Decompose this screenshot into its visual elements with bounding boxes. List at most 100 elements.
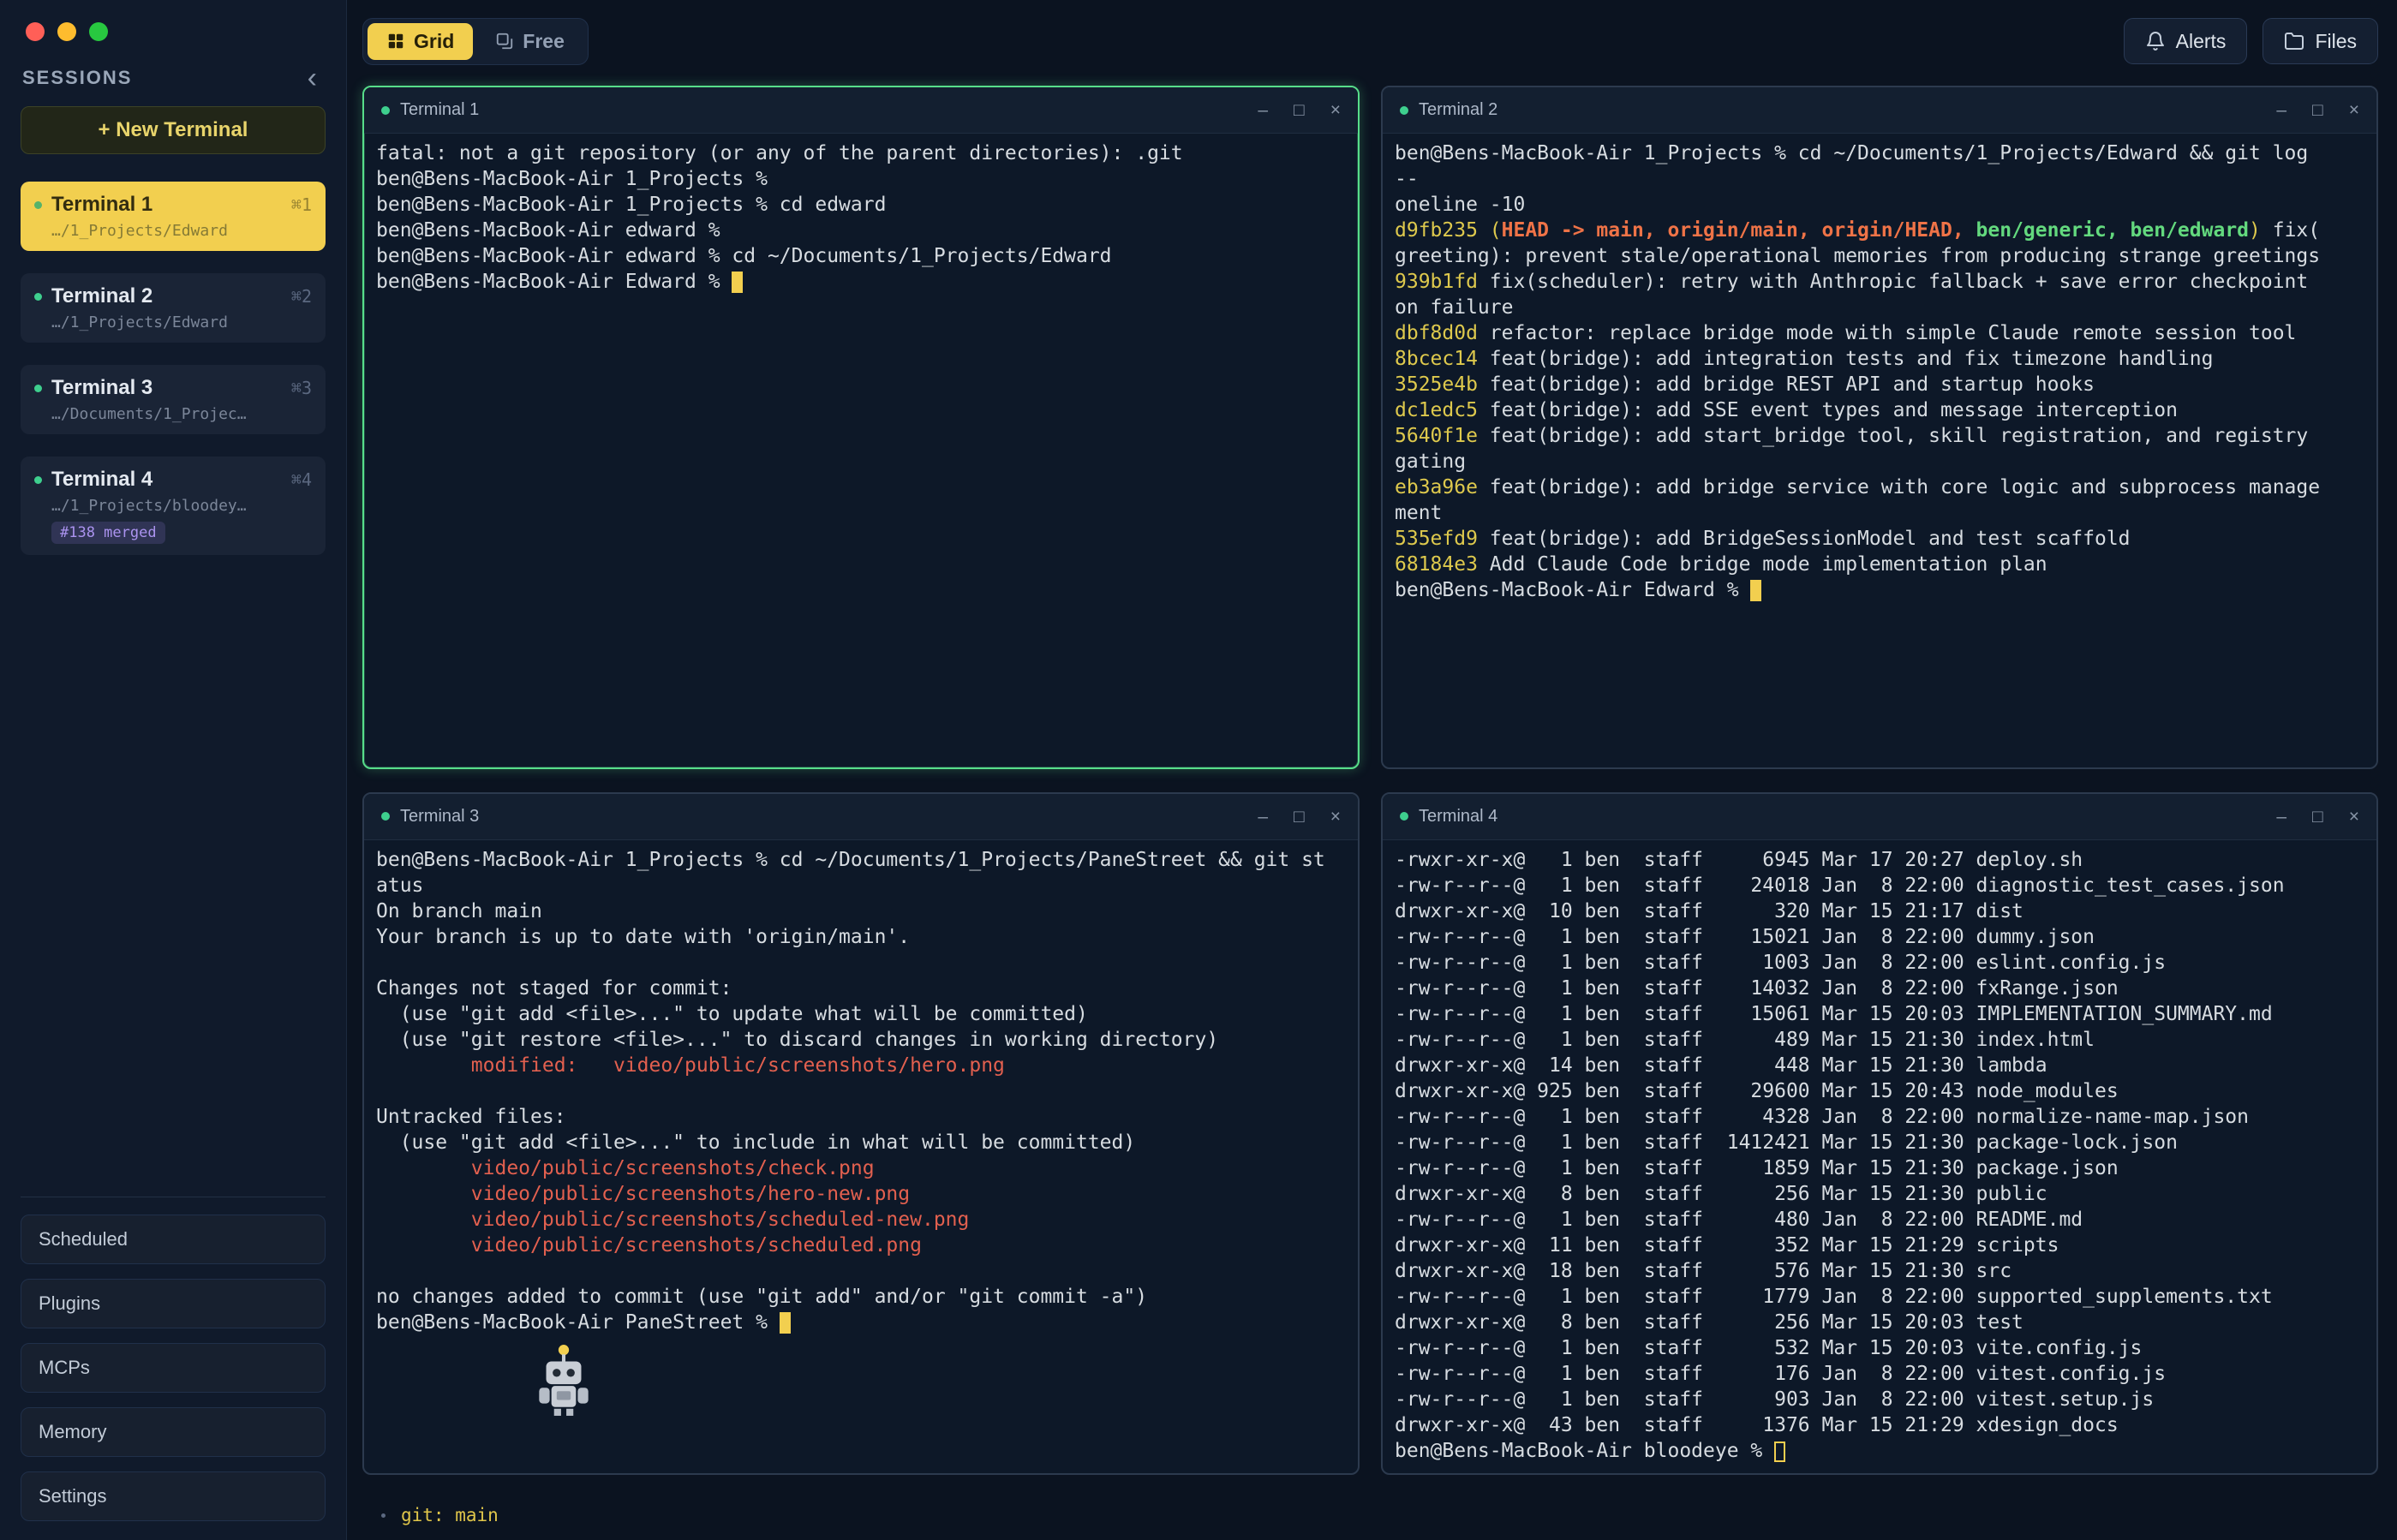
terminal-line: (use "git add <file>..." to include in w…: [376, 1130, 1346, 1155]
terminal-line: gating: [1395, 449, 2364, 475]
sidebar-session-terminal-1[interactable]: Terminal 1 ⌘1 …/1_Projects/Edward: [21, 182, 326, 251]
session-status-dot: [34, 476, 42, 484]
terminal-line: 68184e3 Add Claude Code bridge mode impl…: [1395, 552, 2364, 577]
terminal-line: ben@Bens-MacBook-Air Edward %: [376, 269, 1346, 295]
sidebar-item-plugins[interactable]: Plugins: [21, 1279, 326, 1328]
terminal-cursor: [780, 1312, 791, 1334]
terminal-line: ben@Bens-MacBook-Air bloodeye %: [1395, 1438, 2364, 1464]
minimize-button[interactable]: –: [1258, 808, 1268, 826]
terminal-panel-4: Terminal 4 – □ × -rwxr-xr-x@ 1 ben staff…: [1381, 792, 2378, 1476]
close-button[interactable]: ×: [2349, 808, 2359, 826]
terminal-line: Changes not staged for commit:: [376, 976, 1346, 1001]
grid-layout-button[interactable]: Grid: [368, 23, 473, 60]
terminal-line: d9fb235 (HEAD -> main, origin/main, orig…: [1395, 218, 2364, 243]
sidebar-session-terminal-4[interactable]: Terminal 4 ⌘4 …/1_Projects/bloodey… #138…: [21, 457, 326, 555]
terminal-2-titlebar[interactable]: Terminal 2 – □ ×: [1383, 87, 2376, 134]
terminal-cursor: [1750, 580, 1761, 601]
terminal-line: ben@Bens-MacBook-Air edward %: [376, 218, 1346, 243]
terminal-line: drwxr-xr-x@ 18 ben staff 576 Mar 15 21:3…: [1395, 1258, 2364, 1284]
terminal-3-output[interactable]: ben@Bens-MacBook-Air 1_Projects % cd ~/D…: [364, 840, 1358, 1474]
maximize-button[interactable]: □: [2312, 101, 2323, 119]
minimize-button[interactable]: –: [2276, 808, 2286, 826]
maximize-button[interactable]: □: [2312, 808, 2323, 826]
terminal-line: drwxr-xr-x@ 10 ben staff 320 Mar 15 21:1…: [1395, 898, 2364, 924]
sidebar-session-terminal-2[interactable]: Terminal 2 ⌘2 …/1_Projects/Edward: [21, 273, 326, 343]
terminal-status-dot: [1400, 106, 1408, 115]
files-button[interactable]: Files: [2263, 18, 2378, 64]
maximize-button[interactable]: □: [1294, 101, 1305, 119]
terminal-grid: Terminal 1 – □ × fatal: not a git reposi…: [347, 70, 2397, 1490]
terminal-line: -rw-r--r--@ 1 ben staff 903 Jan 8 22:00 …: [1395, 1387, 2364, 1412]
terminal-line: ben@Bens-MacBook-Air PaneStreet %: [376, 1310, 1346, 1335]
terminal-1-titlebar[interactable]: Terminal 1 – □ ×: [364, 87, 1358, 134]
terminal-line: -rwxr-xr-x@ 1 ben staff 6945 Mar 17 20:2…: [1395, 847, 2364, 873]
terminal-line: [376, 1258, 1346, 1284]
terminal-2-output[interactable]: ben@Bens-MacBook-Air 1_Projects % cd ~/D…: [1383, 134, 2376, 767]
session-path: …/Documents/1_Projec…: [51, 405, 312, 423]
statusbar: git: main: [347, 1490, 2397, 1540]
main-area: Grid Free Alerts Files: [347, 0, 2397, 1540]
terminal-line: video/public/screenshots/scheduled-new.p…: [376, 1207, 1346, 1233]
close-button[interactable]: ×: [2349, 101, 2359, 119]
zoom-window-button[interactable]: [89, 22, 108, 41]
sidebar-item-memory[interactable]: Memory: [21, 1407, 326, 1457]
sidebar-session-terminal-3[interactable]: Terminal 3 ⌘3 …/Documents/1_Projec…: [21, 365, 326, 434]
session-title: Terminal 1: [51, 193, 152, 217]
close-button[interactable]: ×: [1330, 808, 1341, 826]
terminal-line: -rw-r--r--@ 1 ben staff 1859 Mar 15 21:3…: [1395, 1155, 2364, 1181]
terminal-line: video/public/screenshots/check.png: [376, 1155, 1346, 1181]
session-shortcut: ⌘2: [291, 286, 312, 307]
terminal-line: (use "git restore <file>..." to discard …: [376, 1027, 1346, 1053]
maximize-button[interactable]: □: [1294, 808, 1305, 826]
status-dot: [381, 1513, 386, 1518]
terminal-line: --: [1395, 166, 2364, 192]
terminal-line: eb3a96e feat(bridge): add bridge service…: [1395, 475, 2364, 500]
collapse-sidebar-button[interactable]: ‹: [301, 69, 324, 87]
terminal-line: -rw-r--r--@ 1 ben staff 480 Jan 8 22:00 …: [1395, 1207, 2364, 1233]
free-layout-button[interactable]: Free: [476, 23, 583, 60]
session-path: …/1_Projects/Edward: [51, 313, 312, 331]
terminal-4-titlebar[interactable]: Terminal 4 – □ ×: [1383, 794, 2376, 840]
terminal-line: video/public/screenshots/scheduled.png: [376, 1233, 1346, 1258]
terminal-line: dbf8d0d refactor: replace bridge mode wi…: [1395, 320, 2364, 346]
terminal-panel-2: Terminal 2 – □ × ben@Bens-MacBook-Air 1_…: [1381, 86, 2378, 769]
sidebar-item-settings[interactable]: Settings: [21, 1471, 326, 1521]
grid-icon: [386, 32, 405, 51]
sidebar-item-mcps[interactable]: MCPs: [21, 1343, 326, 1393]
terminal-line: -rw-r--r--@ 1 ben staff 4328 Jan 8 22:00…: [1395, 1104, 2364, 1130]
new-terminal-button[interactable]: + New Terminal: [21, 106, 326, 154]
terminal-line: Untracked files:: [376, 1104, 1346, 1130]
session-status-dot: [34, 293, 42, 301]
terminal-line: -rw-r--r--@ 1 ben staff 15021 Jan 8 22:0…: [1395, 924, 2364, 950]
terminal-line: drwxr-xr-x@ 11 ben staff 352 Mar 15 21:2…: [1395, 1233, 2364, 1258]
alerts-button[interactable]: Alerts: [2124, 18, 2248, 64]
terminal-panel-1: Terminal 1 – □ × fatal: not a git reposi…: [362, 86, 1360, 769]
topbar: Grid Free Alerts Files: [347, 0, 2397, 70]
close-window-button[interactable]: [26, 22, 45, 41]
free-layout-label: Free: [523, 30, 565, 53]
terminal-1-output[interactable]: fatal: not a git repository (or any of t…: [364, 134, 1358, 767]
terminal-title: Terminal 1: [400, 100, 479, 120]
terminal-line: ment: [1395, 500, 2364, 526]
terminal-line: Your branch is up to date with 'origin/m…: [376, 924, 1346, 950]
terminal-line: 535efd9 feat(bridge): add BridgeSessionM…: [1395, 526, 2364, 552]
close-button[interactable]: ×: [1330, 101, 1341, 119]
terminal-line: -rw-r--r--@ 1 ben staff 489 Mar 15 21:30…: [1395, 1027, 2364, 1053]
terminal-line: ben@Bens-MacBook-Air edward % cd ~/Docum…: [376, 243, 1346, 269]
terminal-line: greeting): prevent stale/operational mem…: [1395, 243, 2364, 269]
terminal-line: no changes added to commit (use "git add…: [376, 1284, 1346, 1310]
terminal-line: -rw-r--r--@ 1 ben staff 1003 Jan 8 22:00…: [1395, 950, 2364, 976]
terminal-line: -rw-r--r--@ 1 ben staff 1412421 Mar 15 2…: [1395, 1130, 2364, 1155]
terminal-title: Terminal 3: [400, 807, 479, 827]
minimize-window-button[interactable]: [57, 22, 76, 41]
minimize-button[interactable]: –: [2276, 101, 2286, 119]
sidebar-item-scheduled[interactable]: Scheduled: [21, 1215, 326, 1264]
session-list: Terminal 1 ⌘1 …/1_Projects/Edward Termin…: [21, 182, 326, 555]
minimize-button[interactable]: –: [1258, 101, 1268, 119]
terminal-line: 939b1fd fix(scheduler): retry with Anthr…: [1395, 269, 2364, 295]
terminal-line: drwxr-xr-x@ 14 ben staff 448 Mar 15 21:3…: [1395, 1053, 2364, 1078]
terminal-3-titlebar[interactable]: Terminal 3 – □ ×: [364, 794, 1358, 840]
terminal-line: (use "git add <file>..." to update what …: [376, 1001, 1346, 1027]
folder-icon: [2284, 31, 2304, 51]
terminal-4-output[interactable]: -rwxr-xr-x@ 1 ben staff 6945 Mar 17 20:2…: [1383, 840, 2376, 1474]
